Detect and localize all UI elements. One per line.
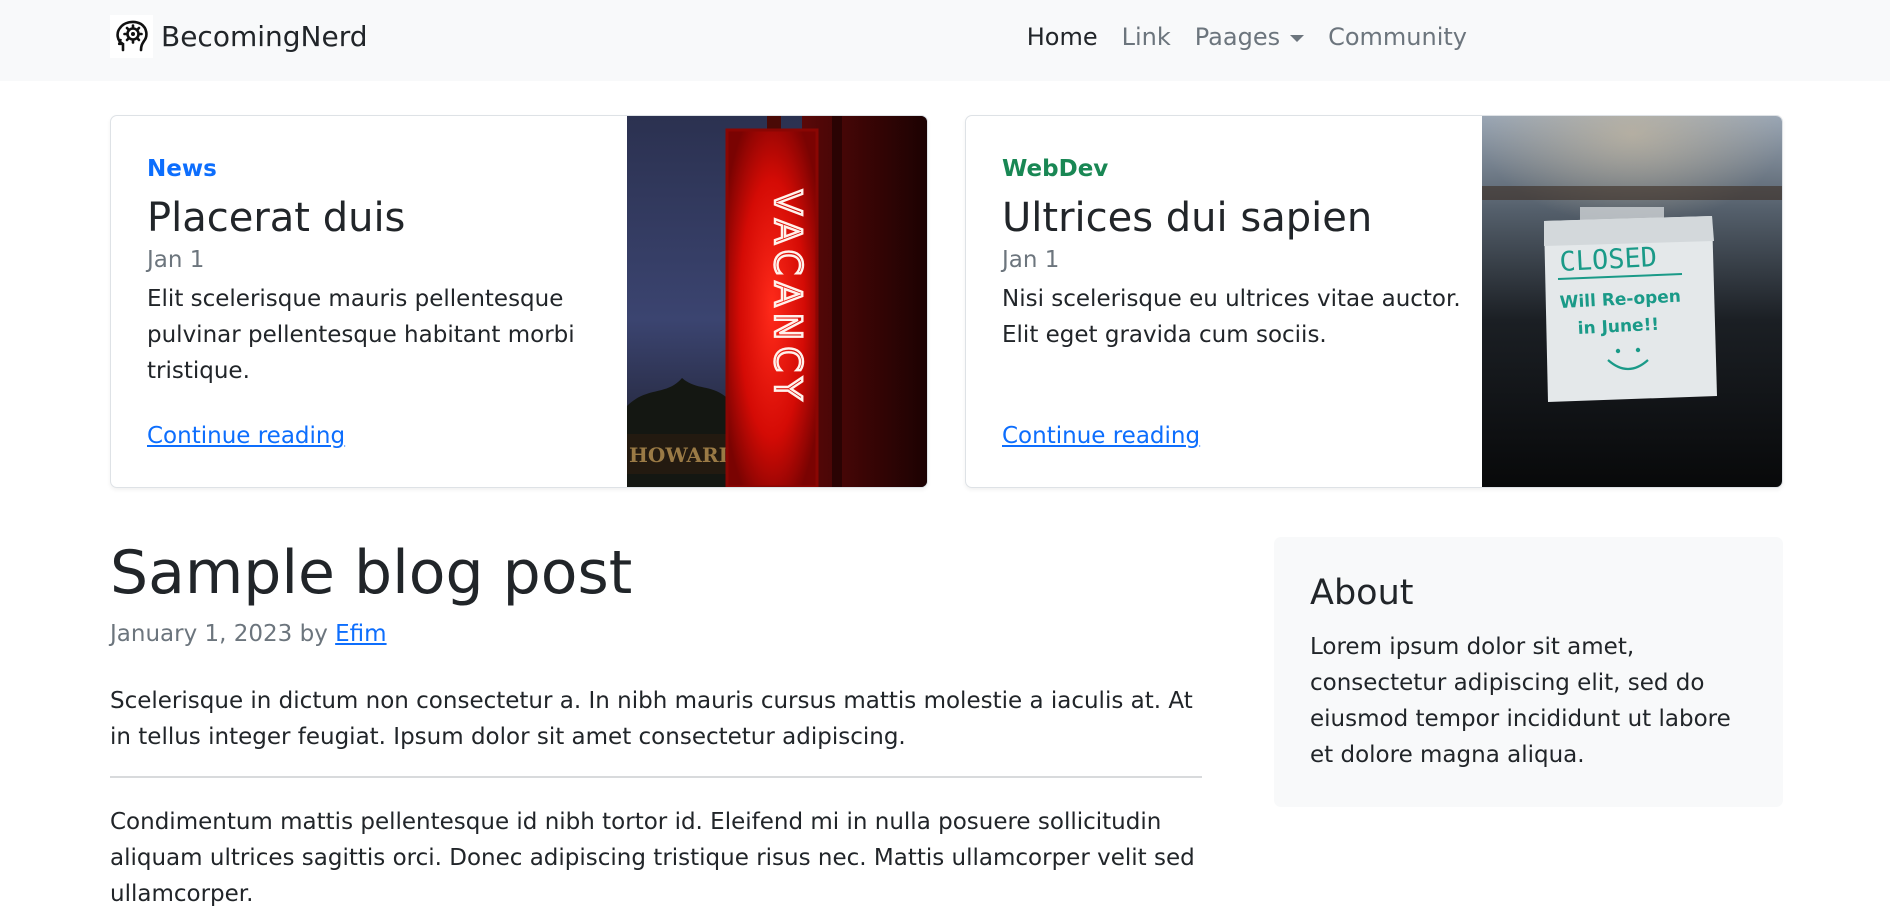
- featured-card-webdev: WebDev Ultrices dui sapien Jan 1 Nisi sc…: [965, 115, 1783, 488]
- post-title: Sample blog post: [110, 538, 633, 608]
- caret-down-icon: [1290, 34, 1305, 42]
- closed-note-text: CLOSED: [1559, 242, 1658, 278]
- continue-reading-link[interactable]: Continue reading: [147, 423, 345, 449]
- post-author-link[interactable]: Efim: [335, 621, 386, 647]
- post-meta: January 1, 2023 by Efim: [110, 621, 387, 647]
- about-text: Lorem ipsum dolor sit amet, consectetur …: [1310, 634, 1731, 768]
- neon-vacancy-sign-photo: HOWARDS VACANCY: [627, 116, 927, 487]
- nav-link[interactable]: Link: [1122, 23, 1171, 51]
- closed-sign-window-photo: CLOSED Will Re-open in June!!: [1482, 116, 1782, 487]
- brain-gear-icon: [110, 15, 153, 58]
- card-category: News: [147, 156, 217, 182]
- brand[interactable]: BecomingNerd: [110, 15, 368, 58]
- nav-pages-dropdown[interactable]: Paages: [1194, 23, 1305, 51]
- post-paragraph: Scelerisque in dictum non consectetur a.…: [110, 688, 1193, 750]
- card-title: Ultrices dui sapien: [1002, 195, 1373, 241]
- card-date: Jan 1: [147, 247, 205, 273]
- nav-community[interactable]: Community: [1328, 23, 1467, 51]
- nav-home[interactable]: Home: [1027, 23, 1098, 51]
- june-note-text: in June!!: [1577, 315, 1659, 339]
- divider: [110, 776, 1202, 778]
- brand-name[interactable]: BecomingNerd: [161, 20, 368, 53]
- navbar: BecomingNerd Home Link Paages Community: [0, 0, 1890, 81]
- nav-pages-label: Paages: [1194, 23, 1281, 51]
- card-category: WebDev: [1002, 156, 1109, 182]
- post-date: January 1, 2023 by: [110, 621, 336, 647]
- about-panel: About Lorem ipsum dolor sit amet, consec…: [1274, 537, 1783, 807]
- about-title: About: [1310, 573, 1414, 613]
- card-date: Jan 1: [1002, 247, 1060, 273]
- nav-links: Home Link Paages Community: [1027, 23, 1467, 51]
- featured-card-news: News Placerat duis Jan 1 Elit scelerisqu…: [110, 115, 928, 488]
- continue-reading-link[interactable]: Continue reading: [1002, 423, 1200, 449]
- card-excerpt: Nisi scelerisque eu ultrices vitae aucto…: [1002, 286, 1461, 348]
- card-excerpt: Elit scelerisque mauris pellentesque pul…: [147, 286, 575, 384]
- post-paragraph: Condimentum mattis pellentesque id nibh …: [110, 809, 1195, 907]
- vacancy-neon-text: VACANCY: [766, 190, 809, 406]
- card-body: News Placerat duis Jan 1 Elit scelerisqu…: [147, 156, 617, 389]
- card-body: WebDev Ultrices dui sapien Jan 1 Nisi sc…: [1002, 156, 1472, 353]
- card-title: Placerat duis: [147, 195, 406, 241]
